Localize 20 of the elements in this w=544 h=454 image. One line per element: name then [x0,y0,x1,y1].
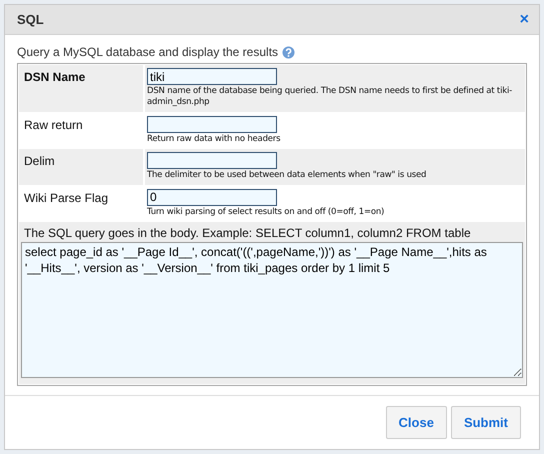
body-label: The SQL query goes in the body. Example: SELECT column1, column2 FROM table [23,225,472,242]
field-label: Delim [19,149,143,185]
submit-button[interactable]: Submit [450,406,521,440]
input-field[interactable]: 0 [147,188,277,206]
input-field[interactable] [147,116,277,133]
field-description: The delimiter to be used between data elements when "raw" is used [147,170,428,182]
field-description: Turn wiki parsing of select results on and off (0=off, 1=on) [147,206,386,218]
field-label: DSN Name [19,65,143,112]
input-field[interactable] [147,152,277,170]
body-textarea[interactable]: select page_id as '__Page Id__', concat('((',pageName,'))') as '__Page Name__',hits as '__Hits__', version as '__Version__' from tiki_pages order by 1 limit 5 [21,242,523,378]
field-label: Wiki Parse Flag [23,190,110,207]
intro-text: Query a MySQL database and display the results [17,44,278,61]
close-button[interactable]: Close [386,406,447,440]
field-label: Raw return [23,116,84,134]
help-icon[interactable] [282,46,296,58]
input-field[interactable]: tiki [147,68,277,85]
field-description: Return raw data with no headers [147,134,282,146]
close-button[interactable]: × [520,12,529,28]
dialog-title: SQL [17,10,44,29]
field-description: DSN name of the database being queried. The DSN name needs to first be defined at tiki-admin_dsn.php [147,86,513,109]
